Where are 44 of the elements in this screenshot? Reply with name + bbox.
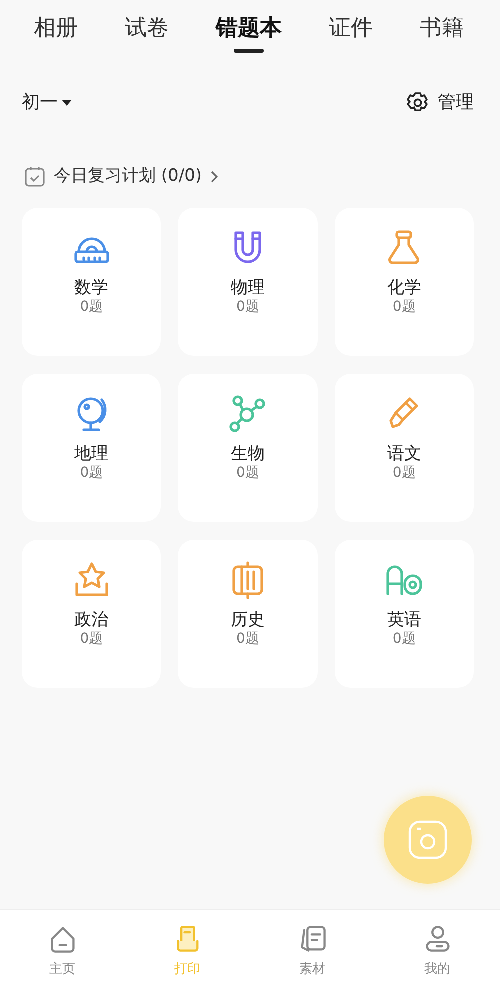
camera-button[interactable]	[384, 796, 472, 884]
subject-name: 政治	[74, 610, 109, 630]
nav-tab[interactable]: 素材	[250, 910, 375, 991]
subject-name: 英语	[387, 610, 422, 630]
subject-name: 语文	[387, 444, 422, 464]
question-count: 0题	[236, 630, 260, 648]
subject-name: 地理	[74, 444, 109, 464]
subject-card[interactable]: 生物 0题	[178, 374, 318, 522]
manage-button[interactable]: 管理	[406, 89, 474, 116]
subject-card[interactable]: 地理 0题	[22, 374, 162, 522]
subject-card[interactable]: 英语 0题	[334, 540, 474, 688]
subject-name: 生物	[230, 444, 265, 464]
tab[interactable]: 书籍	[420, 12, 464, 45]
review-plan-link[interactable]: 今日复习计划 (0/0)	[24, 164, 500, 190]
question-count: 0题	[80, 464, 104, 482]
question-count: 0题	[392, 298, 416, 316]
subject-card[interactable]: 历史 0题	[178, 540, 318, 688]
nav-tab[interactable]: 我的	[375, 910, 500, 991]
question-count: 0题	[236, 464, 260, 482]
tab[interactable]: 错题本	[216, 12, 282, 45]
tab[interactable]: 相册	[34, 12, 78, 45]
subject-card[interactable]: 语文 0题	[334, 374, 474, 522]
nav-tab[interactable]: 主页	[0, 910, 125, 991]
subject-card[interactable]: 化学 0题	[334, 208, 474, 356]
question-count: 0题	[392, 630, 416, 648]
question-count: 0题	[80, 630, 104, 648]
chevron-right-icon	[210, 170, 218, 183]
calendar-icon	[24, 166, 46, 188]
subject-name: 物理	[230, 278, 265, 298]
tab[interactable]: 证件	[329, 12, 373, 45]
subject-card[interactable]: 数学 0题	[22, 208, 162, 356]
subject-card[interactable]: 政治 0题	[22, 540, 162, 688]
question-count: 0题	[80, 298, 104, 316]
subject-name: 化学	[387, 278, 422, 298]
subject-name: 历史	[230, 610, 265, 630]
subject-card[interactable]: 物理 0题	[178, 208, 318, 356]
question-count: 0题	[392, 464, 416, 482]
caret-icon	[62, 100, 72, 106]
settings-icon	[406, 90, 430, 114]
question-count: 0题	[236, 298, 260, 316]
grade-dropdown[interactable]: 初一	[22, 89, 72, 116]
tab-underline	[234, 49, 264, 53]
tab[interactable]: 试卷	[125, 12, 169, 45]
subject-name: 数学	[74, 278, 109, 298]
